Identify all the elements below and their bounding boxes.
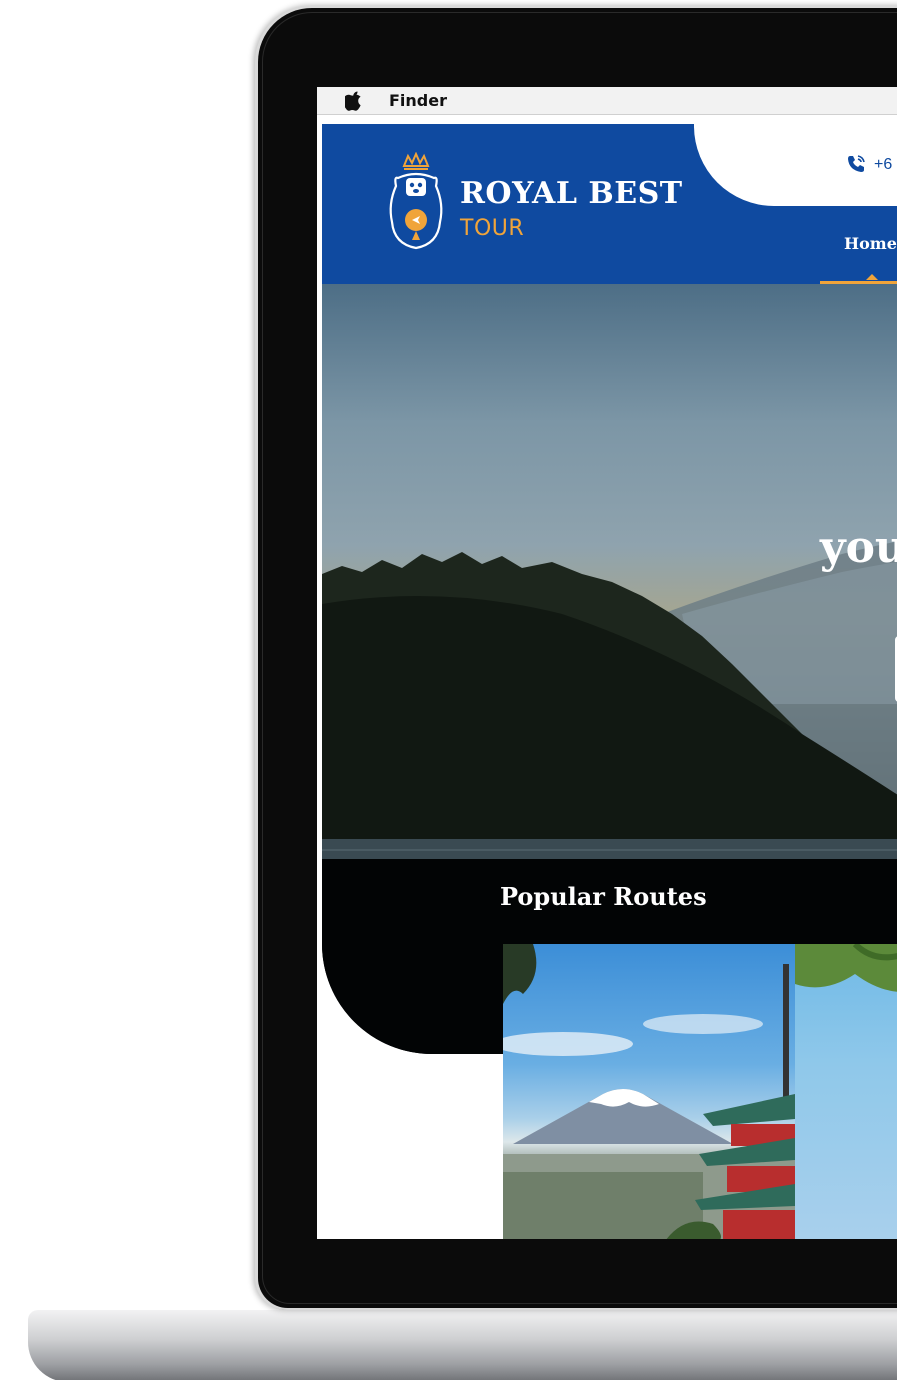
site-header: ROYAL BEST TOUR +6 Home — [322, 124, 897, 284]
phone-number[interactable]: +6 — [874, 156, 892, 174]
contact-bar: +6 — [694, 124, 897, 206]
apple-logo-icon[interactable] — [345, 91, 363, 111]
logo-subtitle: TOUR — [460, 216, 525, 241]
laptop-screen: Finder ROYAL BEST TOUR +6 Home you Popul… — [317, 87, 897, 1239]
macos-menu-bar: Finder — [317, 87, 897, 115]
phone-icon — [848, 155, 865, 172]
nav-item-home[interactable]: Home — [844, 234, 897, 253]
nav-active-caret — [866, 274, 878, 280]
menu-app-name[interactable]: Finder — [389, 91, 447, 110]
route-card-fuji[interactable] — [503, 944, 795, 1239]
laptop-base — [28, 1310, 897, 1380]
laptop-mockup: Finder ROYAL BEST TOUR +6 Home you Popul… — [0, 0, 897, 1380]
route-card-second[interactable] — [795, 944, 897, 1239]
hero-headline: you — [820, 522, 897, 573]
route-card-image — [795, 944, 897, 992]
logo-title[interactable]: ROYAL BEST — [460, 176, 683, 211]
royal-bear-logo-icon[interactable] — [384, 152, 448, 252]
route-card-image — [503, 944, 795, 1239]
popular-routes-title: Popular Routes — [500, 882, 707, 911]
hero-banner: you Popular Routes — [322, 284, 897, 1054]
hero-landscape-image — [322, 541, 897, 1054]
